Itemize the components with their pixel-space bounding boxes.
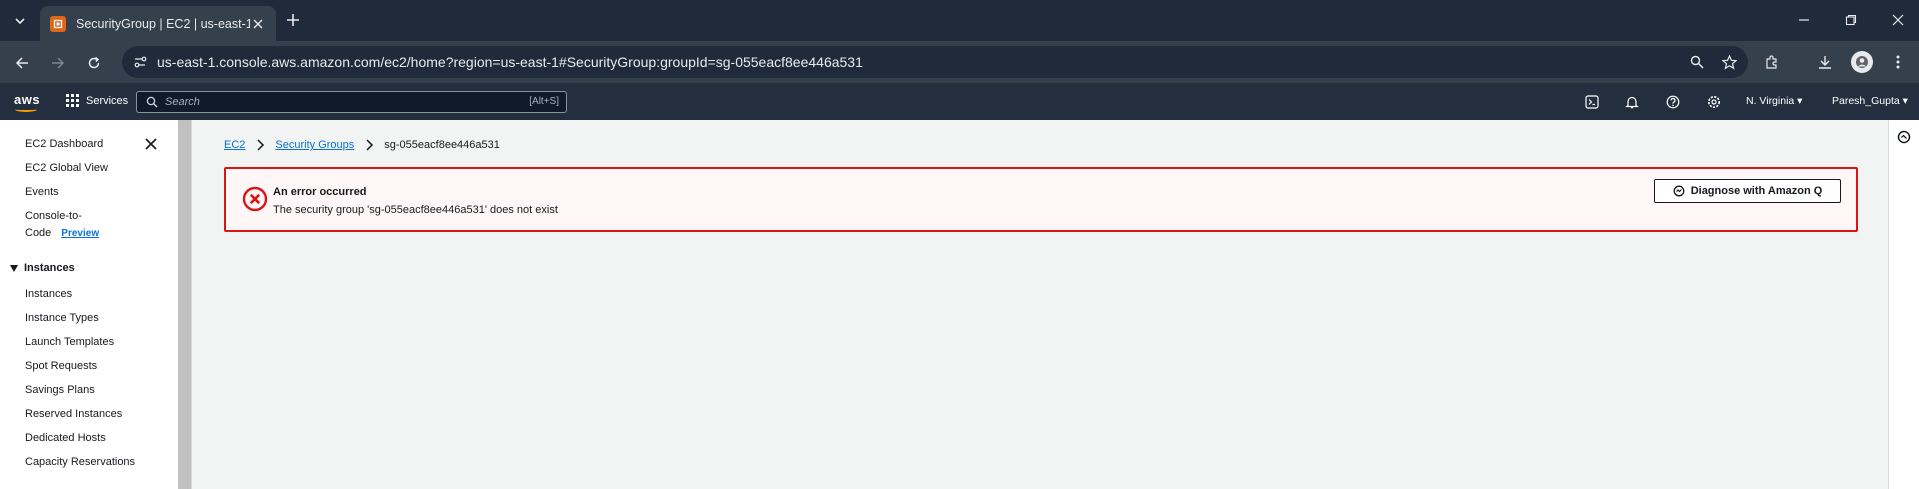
restore-icon[interactable] xyxy=(1841,10,1861,30)
sidebar-item-reserved-instances[interactable]: Reserved Instances xyxy=(25,408,122,420)
extensions-puzzle-icon[interactable] xyxy=(1762,52,1782,72)
close-icon[interactable] xyxy=(144,137,158,151)
profile-avatar[interactable] xyxy=(1851,51,1873,73)
error-circle-x-icon xyxy=(242,186,268,212)
breadcrumb-security-groups[interactable]: Security Groups xyxy=(275,139,354,151)
tab-title: SecurityGroup | EC2 | us-east-1 xyxy=(76,16,250,31)
download-icon[interactable] xyxy=(1815,52,1835,72)
sidebar-item-launch-templates[interactable]: Launch Templates xyxy=(25,336,114,348)
alert-message: The security group 'sg-055eacf8ee446a531… xyxy=(273,204,558,216)
browser-tab-strip: SecurityGroup | EC2 | us-east-1 xyxy=(0,0,1919,41)
address-bar[interactable]: us-east-1.console.aws.amazon.com/ec2/hom… xyxy=(122,46,1748,78)
region-selector[interactable]: N. Virginia ▾ xyxy=(1746,95,1802,107)
sidebar-item-dedicated-hosts[interactable]: Dedicated Hosts xyxy=(25,432,106,444)
side-navigation: EC2 Dashboard EC2 Global View Events Con… xyxy=(0,120,178,489)
right-tools-rail xyxy=(1888,120,1919,489)
aws-top-nav: aws Services [Alt+S] N. Virginia ▾ Pares… xyxy=(0,83,1919,120)
sidebar-item-ec2-dashboard[interactable]: EC2 Dashboard xyxy=(25,138,103,150)
aws-search-box[interactable]: [Alt+S] xyxy=(136,91,567,113)
preview-badge[interactable]: Preview xyxy=(61,228,99,239)
aws-logo[interactable]: aws xyxy=(14,92,40,107)
tab-close-icon[interactable] xyxy=(250,16,266,32)
account-menu[interactable]: Paresh_Gupta ▾ xyxy=(1832,95,1908,107)
reload-icon[interactable] xyxy=(83,52,105,74)
sidebar-item-ec2-global-view[interactable]: EC2 Global View xyxy=(25,162,108,174)
console-to-code-label: Code xyxy=(25,227,52,239)
breadcrumb-current: sg-055eacf8ee446a531 xyxy=(384,139,500,151)
minimize-icon[interactable] xyxy=(1794,10,1814,30)
browser-toolbar: us-east-1.console.aws.amazon.com/ec2/hom… xyxy=(0,41,1919,83)
forward-arrow-icon[interactable] xyxy=(47,52,69,74)
caret-down-icon xyxy=(10,264,18,272)
sidebar-item-console-to-code-line2[interactable]: Code Preview xyxy=(25,227,99,239)
sidebar-item-events[interactable]: Events xyxy=(25,186,59,198)
window-close-icon[interactable] xyxy=(1888,10,1908,30)
diagnose-with-amazon-q-button[interactable]: Diagnose with Amazon Q xyxy=(1654,179,1841,203)
breadcrumb-ec2[interactable]: EC2 xyxy=(224,139,245,151)
search-shortcut-hint: [Alt+S] xyxy=(529,96,559,107)
diagnose-button-label: Diagnose with Amazon Q xyxy=(1690,185,1823,197)
sidebar-section-instances[interactable]: Instances xyxy=(10,262,75,274)
browser-tab-active[interactable]: SecurityGroup | EC2 | us-east-1 xyxy=(40,6,276,41)
services-menu-button[interactable]: Services xyxy=(66,94,128,107)
diagnose-icon xyxy=(1673,185,1685,197)
content-divider xyxy=(191,120,192,489)
notifications-bell-icon[interactable] xyxy=(1624,94,1640,110)
chevron-right-icon xyxy=(254,139,266,151)
sidebar-scrollbar[interactable] xyxy=(178,120,191,489)
services-label: Services xyxy=(86,94,129,107)
tab-search-button[interactable] xyxy=(8,9,32,33)
zoom-magnifier-icon[interactable] xyxy=(1688,53,1706,71)
sidebar-item-spot-requests[interactable]: Spot Requests xyxy=(25,360,97,372)
search-icon xyxy=(146,96,158,108)
alert-title: An error occurred xyxy=(273,186,367,198)
settings-gear-icon[interactable] xyxy=(1706,94,1722,110)
chevron-down-icon xyxy=(15,18,25,25)
aws-logo-smile-icon xyxy=(15,107,37,112)
new-tab-plus-icon[interactable] xyxy=(284,11,302,29)
tools-panel-icon[interactable] xyxy=(1897,130,1911,144)
back-arrow-icon[interactable] xyxy=(11,52,33,74)
url-text: us-east-1.console.aws.amazon.com/ec2/hom… xyxy=(157,54,863,70)
services-grid-icon xyxy=(66,94,79,107)
sidebar-item-savings-plans[interactable]: Savings Plans xyxy=(25,384,95,396)
sidebar-section-title: Instances xyxy=(24,262,75,274)
browser-menu-kebab-icon[interactable] xyxy=(1888,52,1908,72)
sidebar-item-capacity-reservations[interactable]: Capacity Reservations xyxy=(25,456,135,468)
sidebar-item-console-to-code[interactable]: Console-to- xyxy=(25,210,82,222)
site-info-icon[interactable] xyxy=(131,53,149,71)
cloudshell-terminal-icon[interactable] xyxy=(1584,94,1600,110)
bookmark-star-icon[interactable] xyxy=(1720,53,1738,71)
sidebar-item-instances[interactable]: Instances xyxy=(25,288,72,300)
chevron-right-icon xyxy=(363,139,375,151)
breadcrumb: EC2 Security Groups sg-055eacf8ee446a531 xyxy=(224,139,500,151)
search-input[interactable] xyxy=(165,93,465,111)
sidebar-item-instance-types[interactable]: Instance Types xyxy=(25,312,99,324)
aws-favicon-icon xyxy=(50,15,66,32)
help-question-icon[interactable] xyxy=(1665,94,1681,110)
error-alert: An error occurred The security group 'sg… xyxy=(224,167,1858,232)
